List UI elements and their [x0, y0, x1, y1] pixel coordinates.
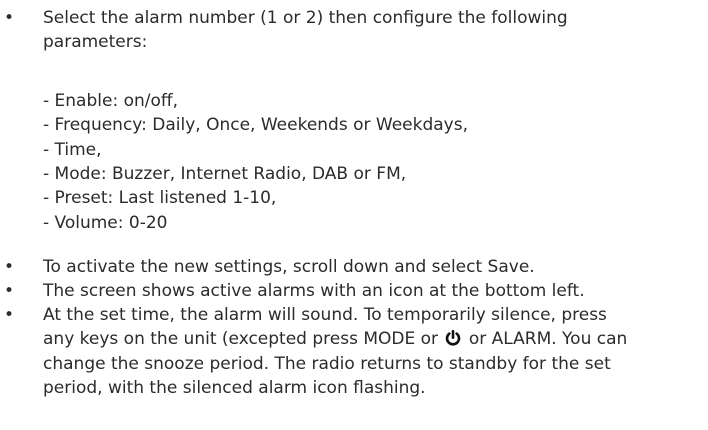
param-time: - Time, — [43, 140, 102, 160]
last-bullet-line-3: change the snooze period. The radio retu… — [43, 354, 611, 374]
last-bullet-line-2a: any keys on the unit (excepted press MOD… — [43, 329, 439, 349]
first-bullet-line-2: parameters: — [43, 32, 148, 52]
power-icon — [446, 330, 461, 346]
bullet-marker: • — [4, 281, 15, 301]
last-bullet-line-2: any keys on the unit (excepted press MOD… — [43, 327, 627, 351]
param-mode: - Mode: Buzzer, Internet Radio, DAB or F… — [43, 164, 407, 184]
bullet-marker: • — [4, 305, 15, 325]
bullet-marker: • — [4, 257, 15, 277]
last-bullet-line-1: At the set time, the alarm will sound. T… — [43, 305, 607, 325]
param-preset: - Preset: Last listened 1-10, — [43, 188, 277, 208]
param-volume: - Volume: 0-20 — [43, 213, 168, 233]
first-bullet-line-1: Select the alarm number (1 or 2) then co… — [43, 8, 568, 28]
bullet-save: To activate the new settings, scroll dow… — [43, 257, 535, 277]
last-bullet-line-4: period, with the silenced alarm icon fla… — [43, 378, 426, 398]
param-frequency: - Frequency: Daily, Once, Weekends or We… — [43, 115, 468, 135]
instruction-page: • Select the alarm number (1 or 2) then … — [0, 0, 708, 430]
param-enable: - Enable: on/off, — [43, 91, 178, 111]
last-bullet-line-2b: or ALARM. You can — [468, 329, 628, 349]
bullet-marker: • — [4, 8, 15, 28]
bullet-active-alarms: The screen shows active alarms with an i… — [43, 281, 585, 301]
